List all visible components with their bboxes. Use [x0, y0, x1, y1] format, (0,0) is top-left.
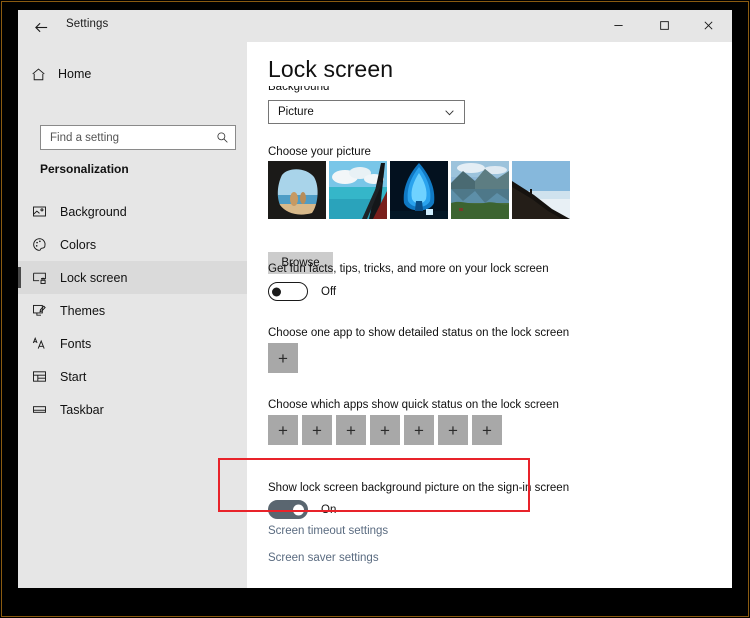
image-icon	[18, 204, 60, 219]
themes-icon	[18, 303, 60, 318]
chevron-down-icon	[444, 107, 464, 118]
settings-window: Settings Home Find a setting Personaliza…	[18, 10, 732, 588]
thumbnail-fjord-mirror-lake[interactable]	[451, 161, 509, 219]
thumbnail-dark-mountain-ridge[interactable]	[512, 161, 570, 219]
maximize-button[interactable]	[642, 10, 686, 40]
title-bar: Settings	[18, 10, 732, 42]
search-box[interactable]	[40, 125, 236, 150]
sidebar: Home Personalization	[18, 42, 247, 588]
app-title: Settings	[66, 18, 109, 30]
palette-icon	[18, 237, 60, 252]
signin-background-label: Show lock screen background picture on t…	[268, 482, 570, 494]
fun-facts-label: Get fun facts, tips, tricks, and more on…	[268, 263, 549, 275]
add-quick-status-app-button[interactable]: +	[404, 415, 434, 445]
add-quick-status-app-button[interactable]: +	[336, 415, 366, 445]
add-quick-status-app-button[interactable]: +	[438, 415, 468, 445]
toggle-knob	[293, 504, 304, 515]
fun-facts-toggle[interactable]: Off	[268, 282, 336, 301]
background-type-value: Picture	[278, 106, 314, 118]
search-input[interactable]	[41, 126, 210, 149]
sidebar-item-label: Taskbar	[60, 402, 104, 417]
sidebar-item-label: Themes	[60, 303, 106, 318]
sidebar-nav-list: Background Colors Lock screen Themes Fon…	[18, 195, 247, 426]
content-pane: Lock screen Background Picture Choose yo…	[247, 42, 732, 588]
add-quick-status-app-button[interactable]: +	[370, 415, 400, 445]
sidebar-item-label: Home	[58, 67, 92, 81]
add-detailed-status-app-button[interactable]: +	[268, 343, 298, 373]
add-quick-status-app-button[interactable]: +	[268, 415, 298, 445]
page-title: Lock screen	[268, 56, 394, 82]
sidebar-item-colors[interactable]: Colors	[18, 228, 247, 261]
sidebar-item-taskbar[interactable]: Taskbar	[18, 393, 247, 426]
screen-timeout-settings-link[interactable]: Screen timeout settings	[268, 525, 388, 537]
screenshot-root: Settings Home Find a setting Personaliza…	[0, 0, 750, 618]
add-quick-status-app-button[interactable]: +	[472, 415, 502, 445]
home-icon	[18, 67, 58, 82]
taskbar-icon	[18, 402, 60, 417]
choose-picture-label: Choose your picture	[268, 146, 371, 158]
sidebar-section-title: Personalization	[40, 162, 129, 176]
thumbnail-blue-ice-cave[interactable]	[390, 161, 448, 219]
background-type-select[interactable]: Picture	[268, 100, 465, 124]
toggle-track	[268, 500, 308, 519]
sidebar-item-label: Background	[60, 204, 127, 219]
quick-status-app-list: + + + + + + +	[268, 415, 502, 445]
sidebar-item-lock-screen[interactable]: Lock screen	[18, 261, 247, 294]
sidebar-item-start[interactable]: Start	[18, 360, 247, 393]
screen-saver-settings-link[interactable]: Screen saver settings	[268, 552, 379, 564]
lockscreen-icon	[18, 270, 60, 285]
toggle-knob	[272, 287, 281, 296]
fonts-icon	[18, 336, 60, 351]
sidebar-item-label: Fonts	[60, 336, 92, 351]
add-quick-status-app-button[interactable]: +	[302, 415, 332, 445]
minimize-button[interactable]	[596, 10, 640, 40]
sidebar-item-home[interactable]: Home	[18, 60, 247, 88]
thumbnail-turquoise-sea-sailboat[interactable]	[329, 161, 387, 219]
signin-background-toggle[interactable]: On	[268, 500, 336, 519]
detailed-status-label: Choose one app to show detailed status o…	[268, 327, 570, 339]
toggle-track	[268, 282, 308, 301]
sidebar-item-label: Lock screen	[60, 270, 128, 285]
start-icon	[18, 369, 60, 384]
signin-background-toggle-state: On	[321, 503, 337, 516]
background-label: Background	[268, 86, 330, 93]
search-icon	[209, 131, 235, 144]
back-arrow-icon[interactable]	[24, 14, 58, 40]
sidebar-item-label: Colors	[60, 237, 97, 252]
fun-facts-toggle-state: Off	[321, 285, 337, 298]
close-button[interactable]	[686, 10, 730, 40]
sidebar-item-label: Start	[60, 369, 87, 384]
thumbnail-cave-arch-beach[interactable]	[268, 161, 326, 219]
sidebar-item-fonts[interactable]: Fonts	[18, 327, 247, 360]
sidebar-item-background[interactable]: Background	[18, 195, 247, 228]
quick-status-label: Choose which apps show quick status on t…	[268, 399, 559, 411]
picture-thumbnail-list	[268, 161, 570, 219]
sidebar-item-themes[interactable]: Themes	[18, 294, 247, 327]
selection-indicator	[18, 267, 21, 288]
